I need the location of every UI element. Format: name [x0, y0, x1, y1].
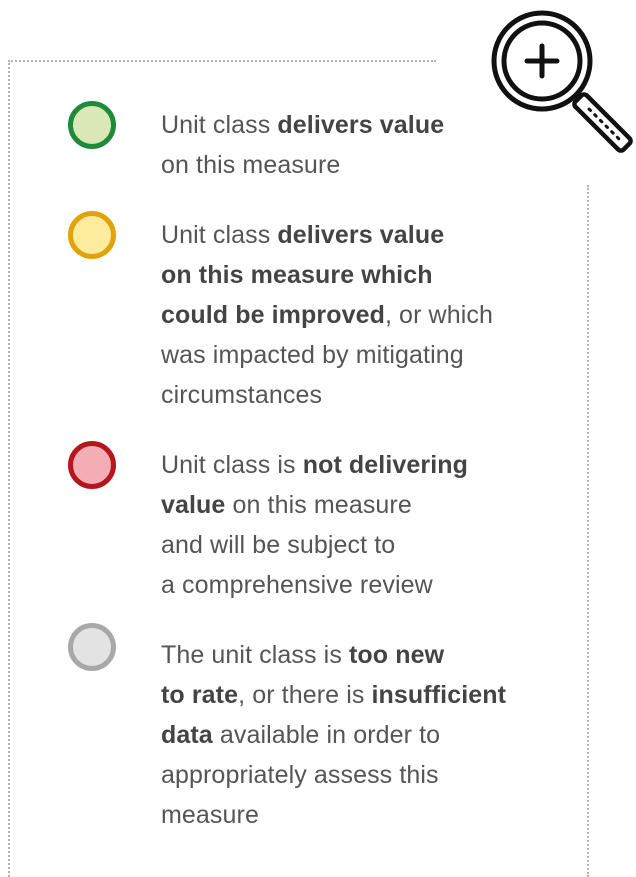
bold-phrase: not delivering [302, 451, 469, 479]
status-dot-gray [68, 623, 116, 671]
legend-line: The unit class is too new [161, 635, 541, 675]
text-phrase: Unit class [161, 221, 278, 249]
bold-phrase: on this measure which [161, 261, 433, 289]
legend-line: Unit class delivers value [161, 105, 541, 145]
text-phrase: on this measure [161, 151, 341, 179]
legend-text: Unit class delivers value on this measure… [161, 215, 541, 415]
legend-line: on this measure [161, 145, 541, 185]
text-phrase: on this measure [225, 491, 412, 519]
legend-line: value on this measure [161, 485, 541, 525]
legend-line: measure [161, 795, 541, 835]
legend-line: and will be subject to [161, 525, 541, 565]
text-phrase: , or there is [238, 681, 372, 709]
legend-line: Unit class is not delivering [161, 445, 541, 485]
text-phrase: available in order to [212, 721, 441, 749]
bold-phrase: delivers value [277, 221, 445, 249]
text-phrase: and will be subject to [161, 531, 396, 559]
text-phrase: a comprehensive review [161, 571, 433, 599]
text-phrase: was impacted by mitigating [161, 341, 464, 369]
frame-top-border [8, 60, 436, 62]
bold-phrase: too new [348, 641, 445, 669]
legend-text: Unit class is not delivering value on thi… [161, 445, 541, 605]
legend-line: to rate, or there is insufficient [161, 675, 541, 715]
text-phrase: circumstances [161, 381, 323, 409]
legend-line: a comprehensive review [161, 565, 541, 605]
legend-line: circumstances [161, 375, 541, 415]
status-dot-green [68, 101, 116, 149]
text-phrase: Unit class is [161, 451, 303, 479]
text-phrase: measure [161, 801, 259, 829]
legend-line: could be improved, or which [161, 295, 541, 335]
text-phrase: , or which [384, 301, 493, 329]
text-phrase: The unit class is [161, 641, 349, 669]
text-phrase: appropriately assess this [161, 761, 439, 789]
legend-line: Unit class delivers value [161, 215, 541, 255]
legend-text: The unit class is too new to rate, or the… [161, 635, 541, 835]
legend-line: on this measure which [161, 255, 541, 295]
legend-text: Unit class delivers value on this measure [161, 105, 541, 185]
frame-right-border [587, 185, 589, 877]
frame-left-border [8, 60, 10, 877]
status-dot-red [68, 441, 116, 489]
legend-line: was impacted by mitigating [161, 335, 541, 375]
bold-phrase: insufficient [371, 681, 507, 709]
bold-phrase: data [161, 721, 213, 749]
status-dot-yellow [68, 211, 116, 259]
bold-phrase: value [161, 491, 226, 519]
legend-line: appropriately assess this [161, 755, 541, 795]
bold-phrase: to rate [161, 681, 239, 709]
legend-line: data available in order to [161, 715, 541, 755]
bold-phrase: could be improved [161, 301, 385, 329]
bold-phrase: delivers value [277, 111, 445, 139]
text-phrase: Unit class [161, 111, 278, 139]
